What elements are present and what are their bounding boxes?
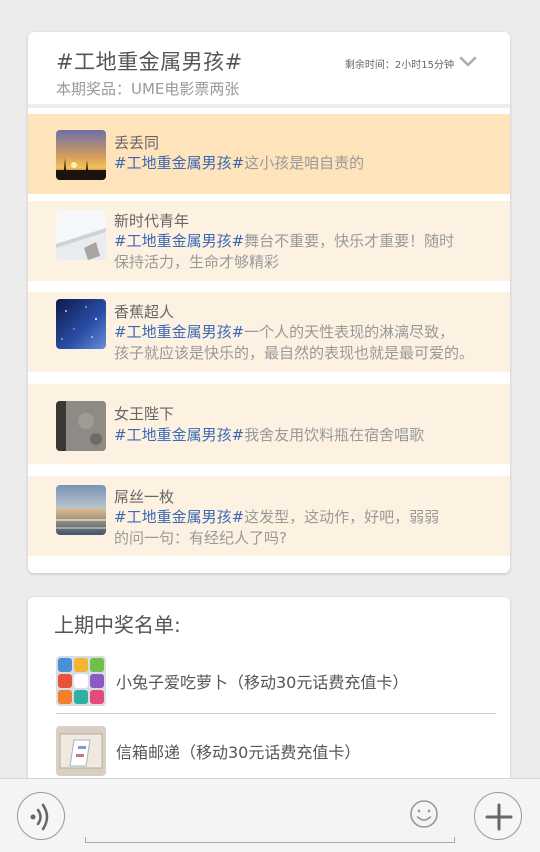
winner-name: 小兔子爱吃萝卜（移动30元话费充值卡） [116,673,409,692]
entry-text: #工地重金属男孩#这小孩是咱自责的 [114,153,496,174]
list-item[interactable]: 新时代青年 #工地重金属男孩#舞台不重要，快乐才重要！随时 保持活力，生命才够精… [28,201,510,281]
prize-text: 本期奖品：UME电影票两张 [56,80,240,98]
voice-button[interactable] [17,792,65,840]
app-icons-avatar [56,656,106,706]
topic-tag-link[interactable]: #工地重金属男孩# [114,508,244,526]
voice-wave-icon [30,803,49,831]
list-item[interactable]: 屌丝一枚 #工地重金属男孩#这发型，这动作，好吧，弱弱 的问一句：有经纪人了吗? [28,476,510,556]
winner-item[interactable]: 信箱邮递（移动30元话费充值卡） [56,726,496,776]
entry-text: #工地重金属男孩#我舍友用饮料瓶在宿舍唱歌 [114,425,496,446]
message-input[interactable] [85,837,455,843]
list-item[interactable]: 丢丢同 #工地重金属男孩#这小孩是咱自责的 [28,114,510,194]
bottom-input-bar [0,778,540,852]
winners-title: 上期中奖名单: [54,613,181,637]
winner-item[interactable]: 小兔子爱吃萝卜（移动30元话费充值卡） [56,656,496,706]
concrete-wall-avatar [56,401,106,451]
sunset-photo-avatar [56,130,106,180]
topic-tag-link[interactable]: #工地重金属男孩# [114,426,244,444]
topic-tag-link[interactable]: #工地重金属男孩# [114,154,244,172]
entry-body: 这发型，这动作，好吧，弱弱 [244,508,440,526]
list-item[interactable]: 香蕉超人 #工地重金属男孩#一个人的天性表现的淋漓尽致， 孩子就应该是快乐的，最… [28,292,510,372]
winners-card: 上期中奖名单: 小兔子爱吃萝卜（移动30元话费充值卡） 信箱邮递（移动30元话费… [28,597,510,797]
topic-tag-link[interactable]: #工地重金属男孩# [114,232,244,250]
topic-card: #工地重金属男孩# 本期奖品：UME电影票两张 剩余时间：2小时15分钟 丢丢同… [28,32,510,573]
add-button[interactable] [474,792,522,840]
entry-username: 屌丝一枚 [114,488,175,506]
envelope-avatar [56,726,106,776]
header-divider [28,104,510,108]
entry-body-line-2: 的问一句：有经纪人了吗? [114,529,287,547]
entry-text: #工地重金属男孩#这发型，这动作，好吧，弱弱 的问一句：有经纪人了吗? [114,507,496,549]
entry-body: 这小孩是咱自责的 [244,154,365,172]
entry-body-line-2: 孩子就应该是快乐的，最自然的表现也就是最可爱的。 [114,344,475,362]
winner-name: 信箱邮递（移动30元话费充值卡） [116,743,361,762]
entry-username: 新时代青年 [114,212,190,230]
remaining-value: 2小时15分钟 [394,60,454,71]
entry-username: 香蕉超人 [114,303,175,321]
entry-body-line-2: 保持活力，生命才够精彩 [114,253,280,271]
remaining-time: 剩余时间：2小时15分钟 [345,56,454,71]
entry-body: 一个人的天性表现的淋漓尽致， [244,323,455,341]
entry-username: 丢丢同 [114,134,160,152]
winner-divider [56,713,496,714]
plus-icon [485,803,513,831]
night-sky-avatar [56,299,106,349]
seaside-avatar [56,485,106,535]
entry-text: #工地重金属男孩#一个人的天性表现的淋漓尽致， 孩子就应该是快乐的，最自然的表现… [114,322,506,364]
ceiling-photo-avatar [56,210,106,260]
remaining-label: 剩余时间： [344,60,395,71]
entry-body: 舞台不重要，快乐才重要！随时 [244,232,455,250]
list-item[interactable]: 女王陛下 #工地重金属男孩#我舍友用饮料瓶在宿舍唱歌 [28,384,510,464]
entry-body: 我舍友用饮料瓶在宿舍唱歌 [244,426,425,444]
topic-tag-link[interactable]: #工地重金属男孩# [114,323,244,341]
chevron-down-icon[interactable] [458,52,478,72]
topic-header: #工地重金属男孩# 本期奖品：UME电影票两张 剩余时间：2小时15分钟 [28,32,510,104]
entry-username: 女王陛下 [114,405,175,423]
emoji-smiley-icon[interactable] [408,798,440,830]
entry-text: #工地重金属男孩#舞台不重要，快乐才重要！随时 保持活力，生命才够精彩 [114,231,496,273]
